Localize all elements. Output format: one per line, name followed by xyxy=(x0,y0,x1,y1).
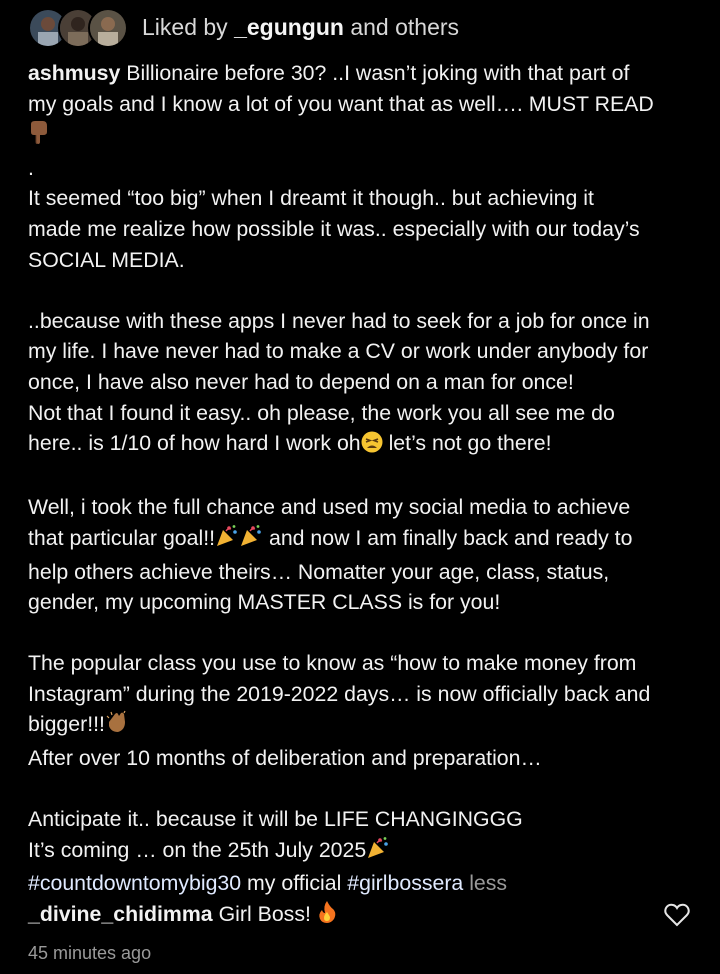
avatar[interactable] xyxy=(88,8,128,48)
liked-by-text: Liked by _egungun and others xyxy=(142,13,460,40)
post-caption: ashmusy Billionaire before 30? ..I wasn’… xyxy=(28,61,654,896)
fire-icon xyxy=(317,900,337,930)
clapping-hands-icon xyxy=(105,710,129,743)
party-popper-icon xyxy=(239,524,263,557)
less-link[interactable]: less xyxy=(469,871,507,895)
pointing-down-icon xyxy=(28,120,50,153)
caption-username[interactable]: ashmusy xyxy=(28,61,120,85)
comment: _divine_chidimma Girl Boss! xyxy=(28,900,337,930)
hashtag-link[interactable]: #countdowntomybig30 xyxy=(28,871,241,895)
comment-timestamp: 45 minutes ago xyxy=(28,943,152,963)
liked-by-user[interactable]: _egungun xyxy=(234,14,344,40)
likes-row[interactable]: Liked by _egungun and others xyxy=(28,8,460,48)
weary-face-icon xyxy=(361,431,383,462)
hashtag-link[interactable]: #girlbossera xyxy=(347,871,463,895)
comment-username[interactable]: _divine_chidimma xyxy=(28,902,213,926)
heart-icon[interactable] xyxy=(664,903,690,927)
party-popper-icon xyxy=(215,524,239,557)
liker-avatars[interactable] xyxy=(28,8,128,48)
party-popper-icon xyxy=(366,836,390,869)
